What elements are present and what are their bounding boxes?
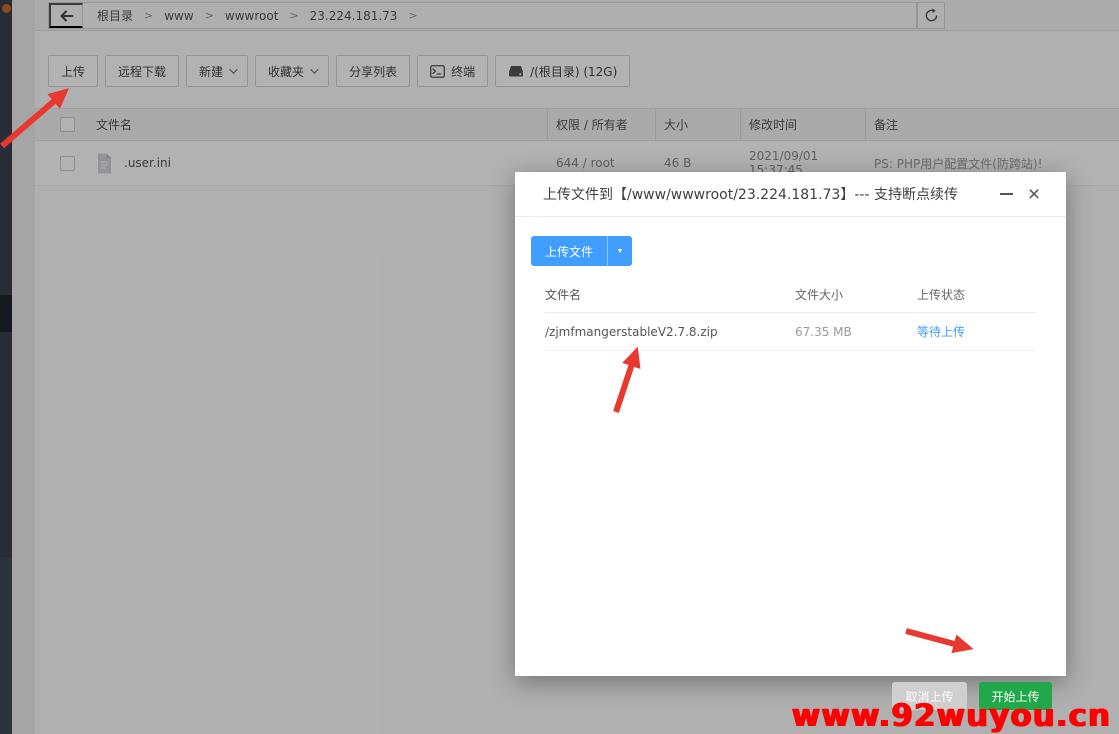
- caret-down-icon: ▼: [617, 248, 624, 255]
- upload-file-size: 67.35 MB: [795, 325, 917, 339]
- upload-dialog: 上传文件到【/www/wwwroot/23.224.181.73】--- 支持断…: [515, 172, 1066, 676]
- close-icon: ×: [1028, 184, 1040, 205]
- upload-queue-row: /zjmfmangerstableV2.7.8.zip 67.35 MB 等待上…: [545, 313, 1036, 351]
- upload-dialog-title: 上传文件到【/www/wwwroot/23.224.181.73】--- 支持断…: [543, 184, 992, 204]
- upload-header-status: 上传状态: [917, 286, 1036, 303]
- upload-header-filename: 文件名: [545, 286, 795, 303]
- upload-dialog-header: 上传文件到【/www/wwwroot/23.224.181.73】--- 支持断…: [515, 172, 1066, 217]
- minimize-icon: [1000, 193, 1013, 195]
- minimize-button[interactable]: [992, 180, 1020, 208]
- upload-file-dropdown-button[interactable]: ▼: [607, 236, 632, 266]
- upload-header-filesize: 文件大小: [795, 286, 917, 303]
- upload-file-name: /zjmfmangerstableV2.7.8.zip: [545, 325, 795, 339]
- upload-table-header: 文件名 文件大小 上传状态: [545, 277, 1036, 313]
- upload-file-button[interactable]: 上传文件: [531, 236, 607, 266]
- upload-dialog-body: 上传文件 ▼ 文件名 文件大小 上传状态 /zjmfmangerstableV2…: [515, 217, 1066, 676]
- close-button[interactable]: ×: [1020, 180, 1048, 208]
- upload-status-link[interactable]: 等待上传: [917, 325, 965, 339]
- upload-file-split-button: 上传文件 ▼: [531, 236, 632, 266]
- watermark-text: www.92wuyou.cn: [792, 698, 1111, 734]
- upload-queue-table: 文件名 文件大小 上传状态 /zjmfmangerstableV2.7.8.zi…: [545, 277, 1036, 351]
